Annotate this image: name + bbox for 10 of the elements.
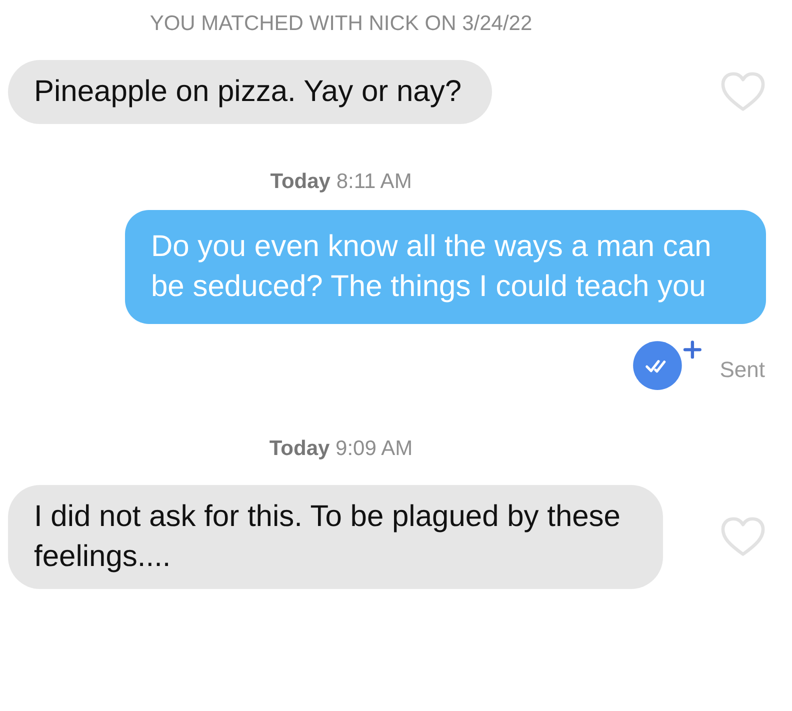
received-message: I did not ask for this. To be plagued by these feelings.... (8, 485, 663, 589)
sent-status: Sent (720, 356, 765, 382)
read-receipt-icon[interactable] (632, 338, 702, 391)
heart-icon[interactable] (720, 516, 766, 558)
sent-message: Do you even know all the ways a man can be seduced? The things I could teach you (125, 210, 766, 324)
timestamp: Today 9:09 AM (269, 437, 413, 460)
received-message: Pineapple on pizza. Yay or nay? (8, 60, 492, 124)
match-notice: YOU MATCHED WITH NICK ON 3/24/22 (148, 11, 534, 37)
heart-icon[interactable] (720, 71, 766, 113)
timestamp: Today 8:11 AM (270, 170, 412, 193)
